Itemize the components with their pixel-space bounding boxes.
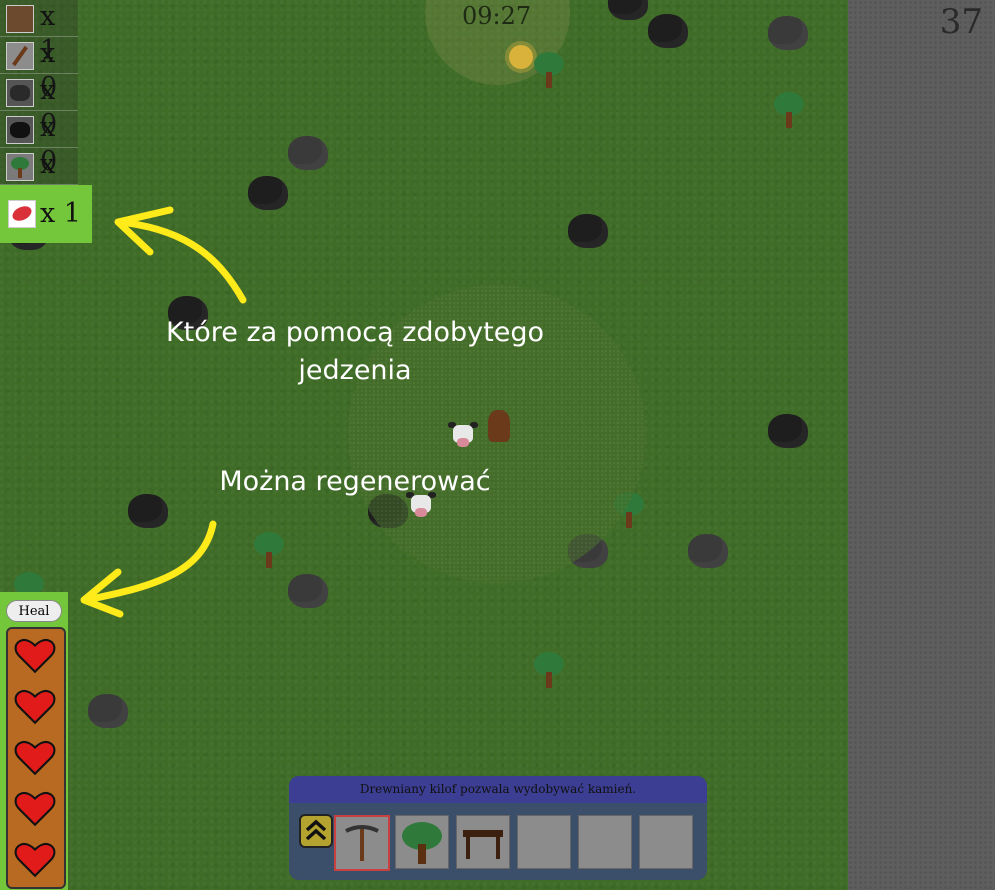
heart-icon bbox=[14, 638, 56, 674]
heart-icon bbox=[14, 689, 56, 725]
inventory-slot[interactable]: x 0 bbox=[0, 74, 78, 140]
rock[interactable] bbox=[288, 136, 328, 170]
heart-icon bbox=[14, 740, 56, 776]
inventory-slot[interactable]: x 3 bbox=[0, 148, 78, 214]
rock[interactable] bbox=[768, 414, 808, 448]
tree[interactable] bbox=[532, 652, 566, 690]
chevron-up-icon[interactable] bbox=[299, 814, 333, 848]
annotation-regen-tip: Można regenerować bbox=[219, 466, 491, 497]
hotbar-slot-empty[interactable] bbox=[639, 815, 693, 869]
counter-display: 37 bbox=[939, 2, 983, 42]
crafting-hotbar: Drewniany kilof pozwala wydobywać kamień… bbox=[289, 776, 707, 880]
rock[interactable] bbox=[768, 16, 808, 50]
coal-icon bbox=[6, 116, 34, 144]
rock[interactable] bbox=[648, 14, 688, 48]
tree[interactable] bbox=[772, 92, 806, 130]
rock[interactable] bbox=[688, 534, 728, 568]
tree[interactable] bbox=[532, 52, 566, 90]
hotbar-slot-empty[interactable] bbox=[578, 815, 632, 869]
inventory-panel: x 1 x 0 x 0 x 0 x 3 x 1 bbox=[0, 0, 92, 243]
sun-icon bbox=[509, 45, 533, 69]
annotation-food-tip: Które za pomocą zdobytego jedzenia bbox=[165, 317, 545, 386]
rock[interactable] bbox=[568, 214, 608, 248]
hotbar-tooltip: Drewniany kilof pozwala wydobywać kamień… bbox=[289, 776, 707, 803]
stone-wall: 37 bbox=[848, 0, 995, 890]
heart-icon bbox=[14, 791, 56, 827]
heal-panel: Heal bbox=[0, 592, 68, 890]
pickaxe-icon bbox=[345, 825, 379, 861]
rock[interactable] bbox=[608, 0, 648, 20]
heart-icon bbox=[14, 842, 56, 878]
rock[interactable] bbox=[288, 574, 328, 608]
hotbar-slot-empty[interactable] bbox=[517, 815, 571, 869]
tree[interactable] bbox=[252, 532, 286, 570]
inventory-slot-selected[interactable]: x 1 bbox=[0, 185, 92, 243]
meat-icon bbox=[8, 200, 36, 228]
hotbar-slot-pickaxe[interactable] bbox=[334, 815, 390, 871]
inventory-slot[interactable]: x 0 bbox=[0, 111, 78, 177]
rock[interactable] bbox=[88, 694, 128, 728]
inventory-slot[interactable]: x 0 bbox=[0, 37, 78, 103]
heal-button[interactable]: Heal bbox=[6, 600, 62, 622]
hotbar-slot-tree[interactable] bbox=[395, 815, 449, 869]
cow[interactable] bbox=[448, 420, 478, 450]
inventory-slot[interactable]: x 1 bbox=[0, 0, 78, 66]
sapling-icon bbox=[6, 153, 34, 181]
tree-icon bbox=[402, 822, 442, 864]
player-character bbox=[488, 410, 510, 442]
annotation-arrow-top bbox=[114, 206, 247, 304]
inventory-count: x 1 bbox=[40, 198, 81, 229]
table-icon bbox=[463, 830, 503, 859]
stone-icon bbox=[6, 79, 34, 107]
health-bar bbox=[6, 627, 66, 889]
game-world[interactable]: 09:27 Które za pomocą zdobytego jedzenia… bbox=[0, 0, 848, 890]
annotation-arrow-bottom bbox=[80, 520, 217, 618]
log-icon bbox=[6, 5, 34, 33]
hotbar-slot-table[interactable] bbox=[456, 815, 510, 869]
stick-icon bbox=[6, 42, 34, 70]
clock-display: 09:27 bbox=[462, 2, 532, 30]
